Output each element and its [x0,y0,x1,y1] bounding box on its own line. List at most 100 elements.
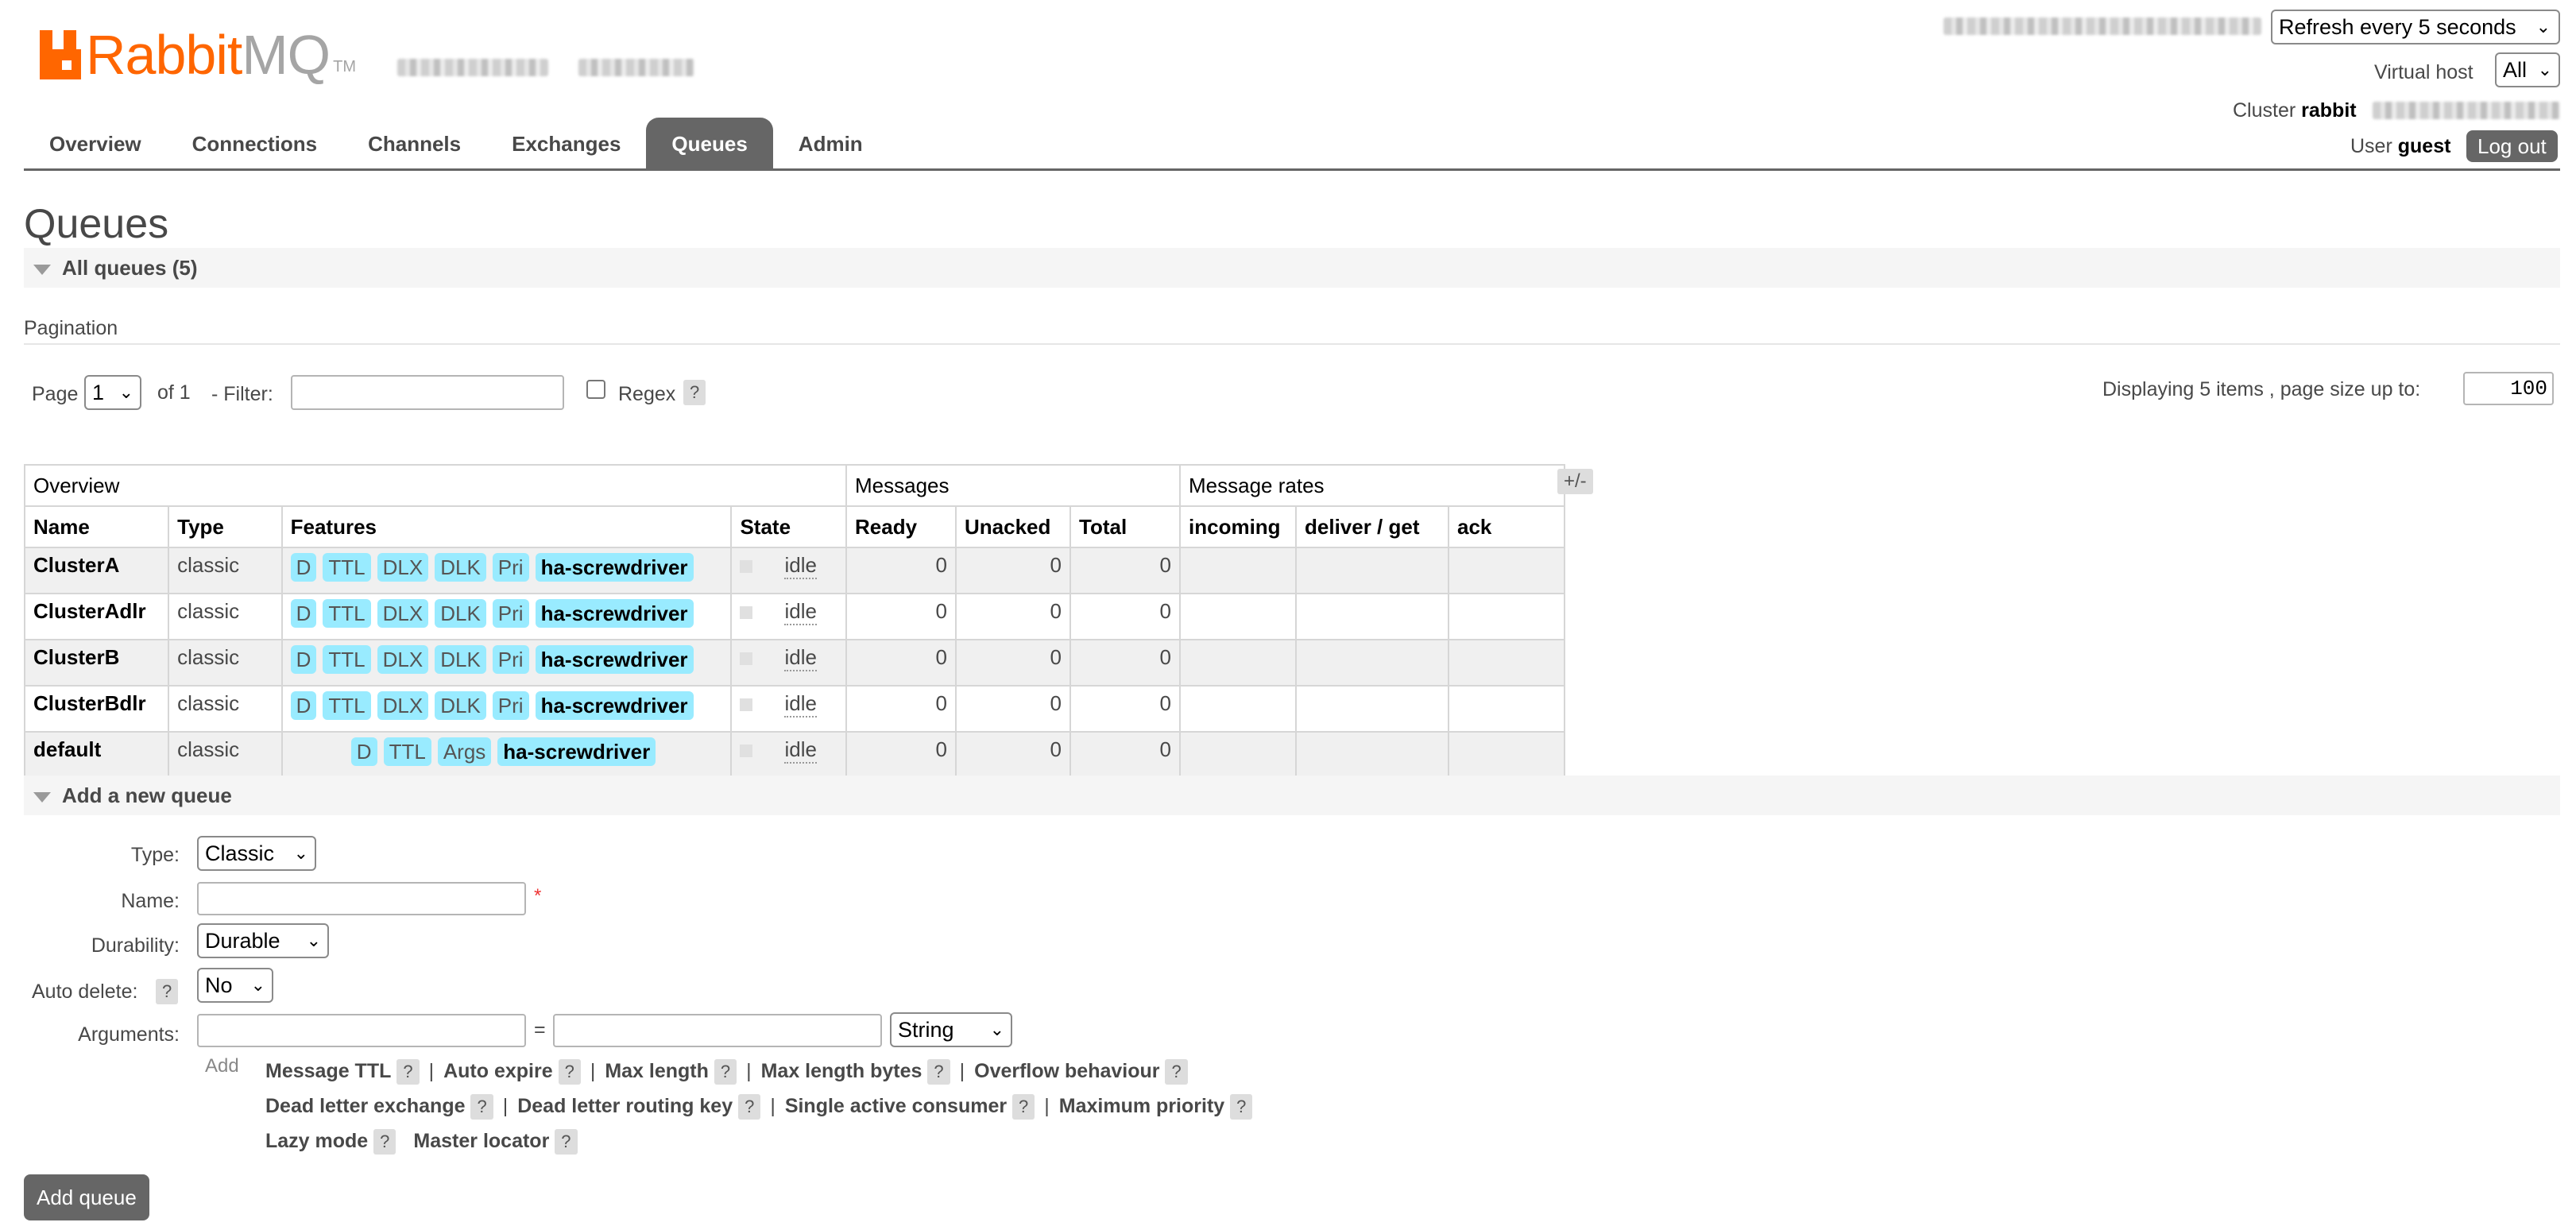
policy-badge[interactable]: ha-screwdriver [497,737,656,766]
queue-state: idle [784,645,817,671]
chevron-down-icon: ⌄ [2535,17,2551,37]
arguments-label: Arguments: [78,1023,180,1046]
arg-link-dead-letter-routing-key[interactable]: Dead letter routing key [517,1095,733,1117]
queue-name-input[interactable] [197,882,526,915]
help-button[interactable]: ? [470,1094,493,1120]
col-unacked[interactable]: Unacked [955,505,1071,548]
queue-features: D TTL DLX DLK Pri ha-screwdriver [290,599,723,628]
help-button[interactable]: ? [738,1094,761,1120]
user-info: User guest [2350,132,2450,161]
col-type[interactable]: Type [168,505,283,548]
arg-link-message-ttl[interactable]: Message TTL [265,1060,391,1082]
col-name[interactable]: Name [23,505,170,548]
filter-input[interactable] [291,375,564,410]
arg-link-maximum-priority[interactable]: Maximum priority [1059,1095,1224,1117]
auto-delete-help-button[interactable]: ? [156,979,179,1004]
help-button[interactable]: ? [714,1059,737,1085]
feature-badge: DLK [435,645,486,674]
pagination-label: Pagination [24,317,118,339]
queues-table: Overview Messages Message rates Name Typ… [23,464,1565,779]
help-button[interactable]: ? [1230,1094,1253,1120]
page-size-input[interactable] [2463,372,2554,405]
argument-type-value: String [898,1018,954,1042]
help-button[interactable]: ? [1012,1094,1035,1120]
tab-overview[interactable]: Overview [24,118,167,168]
arg-link-lazy-mode[interactable]: Lazy mode [265,1130,368,1152]
argument-key-input[interactable] [197,1014,526,1047]
virtual-host-select[interactable]: All ⌄ [2495,52,2560,87]
tab-channels[interactable]: Channels [342,118,486,168]
page-select[interactable]: 1 ⌄ [84,375,141,410]
col-total[interactable]: Total [1069,505,1181,548]
logout-button[interactable]: Log out [2466,130,2558,162]
help-button[interactable]: ? [1165,1059,1188,1085]
col-incoming[interactable]: incoming [1179,505,1297,548]
refresh-select[interactable]: Refresh every 5 seconds ⌄ [2271,10,2560,44]
tab-connections[interactable]: Connections [167,118,342,168]
col-state[interactable]: State [730,505,847,548]
queue-name-link[interactable]: ClusterB [33,645,119,669]
tab-divider [24,168,2560,171]
arg-link-max-length-bytes[interactable]: Max length bytes [761,1060,922,1082]
queue-name-link[interactable]: ClusterBdlr [33,691,146,715]
col-deliver-get[interactable]: deliver / get [1295,505,1449,548]
regex-checkbox[interactable] [586,380,605,399]
triangle-down-icon [33,791,51,803]
queue-type: classic [168,685,283,733]
add-queue-toggle[interactable]: Add a new queue [24,776,2560,815]
total-count: 0 [1069,685,1181,733]
queue-name-link[interactable]: default [33,737,101,761]
ready-count: 0 [845,593,957,640]
queue-type-select[interactable]: Classic ⌄ [197,836,316,871]
auto-delete-select[interactable]: No ⌄ [197,968,273,1003]
help-button[interactable]: ? [373,1129,396,1155]
unacked-count: 0 [955,547,1071,594]
arg-link-master-locator[interactable]: Master locator [413,1130,549,1152]
col-features[interactable]: Features [280,505,733,548]
table-row: ClusterAdlr classic D TTL DLX DLK Pri ha-scre… [23,593,1565,640]
feature-badge: DLK [435,691,486,720]
add-argument-link[interactable]: Add [205,1055,239,1077]
arg-link-single-active-consumer[interactable]: Single active consumer [785,1095,1007,1117]
col-ack[interactable]: ack [1448,505,1565,548]
all-queues-toggle[interactable]: All queues (5) [24,248,2560,288]
queue-type: classic [168,639,283,687]
queue-name-link[interactable]: ClusterA [33,553,119,577]
col-ready[interactable]: Ready [845,505,957,548]
ack-rate [1448,547,1565,594]
arg-link-max-length[interactable]: Max length [605,1060,709,1082]
tab-admin[interactable]: Admin [773,118,888,168]
tab-queues[interactable]: Queues [646,118,773,168]
help-button[interactable]: ? [396,1059,420,1085]
total-count: 0 [1069,639,1181,687]
arg-link-overflow-behaviour[interactable]: Overflow behaviour [974,1060,1159,1082]
policy-badge[interactable]: ha-screwdriver [535,599,694,628]
feature-badge: DLX [377,599,429,628]
tab-exchanges[interactable]: Exchanges [486,118,646,168]
argument-value-input[interactable] [553,1014,882,1047]
queue-name-link[interactable]: ClusterAdlr [33,599,146,623]
unacked-count: 0 [955,731,1071,779]
state-indicator-icon [740,559,753,573]
rabbitmq-logo: Rabbit MQ TM [40,24,356,83]
auto-delete-value: No [205,973,233,997]
policy-badge[interactable]: ha-screwdriver [535,691,694,720]
arg-link-auto-expire[interactable]: Auto expire [443,1060,553,1082]
policy-badge[interactable]: ha-screwdriver [535,645,694,674]
feature-badge: Pri [492,691,529,720]
argument-type-select[interactable]: String ⌄ [890,1012,1012,1047]
name-label: Name: [121,890,180,912]
durability-select[interactable]: Durable ⌄ [197,923,329,958]
help-button[interactable]: ? [927,1059,950,1085]
policy-badge[interactable]: ha-screwdriver [535,553,694,582]
toggle-columns-button[interactable]: +/- [1557,469,1593,494]
help-button[interactable]: ? [555,1129,578,1155]
feature-badge: TTL [323,691,371,720]
regex-help-button[interactable]: ? [683,380,706,405]
group-messages: Messages [845,464,1181,507]
help-button[interactable]: ? [558,1059,581,1085]
arg-link-dead-letter-exchange[interactable]: Dead letter exchange [265,1095,466,1117]
add-queue-button[interactable]: Add queue [24,1174,149,1220]
durability-value: Durable [205,929,280,953]
group-overview: Overview [24,464,847,507]
